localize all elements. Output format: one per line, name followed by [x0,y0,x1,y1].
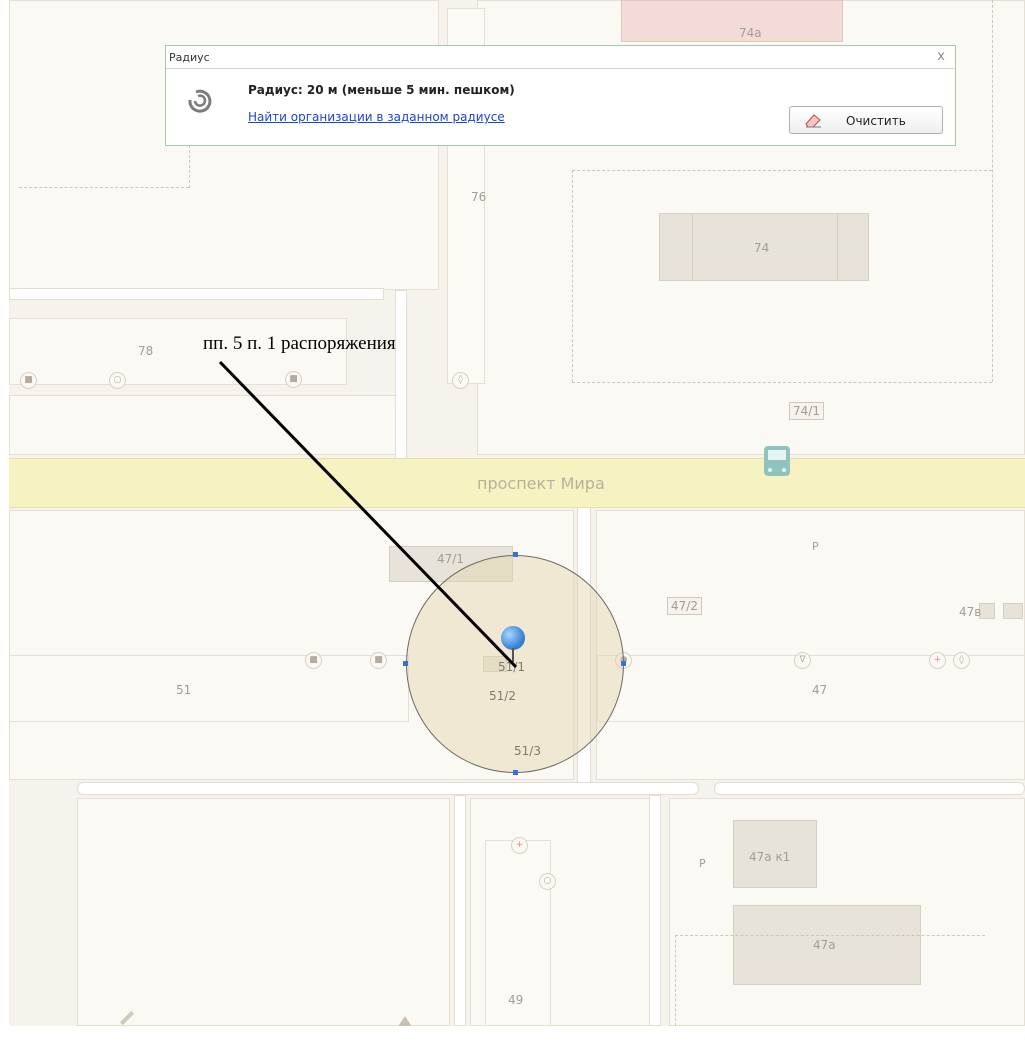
building-47v-a [979,603,995,619]
building-74-divider-1 [692,213,693,281]
cart-icon[interactable]: ∇ [794,652,811,669]
label-74: 74 [754,241,770,255]
label-parking-2: Р [699,857,706,870]
road-south-horizontal [77,782,699,795]
radius-panel: Радиус x Радиус: 20 м (меньше 5 мин. пеш… [165,45,956,146]
boundary-dash [572,170,573,382]
label-47a: 47а [813,938,836,952]
label-47a-k1: 47а к1 [749,850,791,864]
radius-circle[interactable] [406,555,624,773]
panel-header: Радиус x [166,46,955,69]
radius-value: Радиус: 20 м (меньше 5 мин. пешком) [248,83,515,97]
radius-handle-right[interactable] [621,661,626,666]
road-south-vertical-2 [649,795,661,1026]
boundary-dash [675,935,985,936]
label-47: 47 [812,683,828,697]
road-north-horizontal [9,288,384,300]
map-canvas[interactable]: проспект Мира 74а 76 74 74/1 78 47/1 47/… [9,0,1025,1026]
bus-stop-icon[interactable] [764,446,790,476]
road-north-vertical [395,290,407,460]
label-76: 76 [471,190,487,204]
service-icon[interactable]: ○ [539,873,556,890]
block-south-right [596,510,1025,780]
boundary-dash [19,187,189,188]
label-parking: Р [812,540,819,553]
boundary-dash [189,140,190,188]
label-51: 51 [176,683,192,697]
find-organizations-link[interactable]: Найти организации в заданном радиусе [248,110,505,124]
label-74a: 74а [739,26,762,40]
shop-icon[interactable]: ■ [370,652,387,669]
boundary-dash [992,0,993,382]
annotation-text: пп. 5 п. 1 распоряжения [203,333,396,354]
label-47-1: 47/1 [437,552,464,566]
radius-handle-left[interactable] [403,661,408,666]
monument-icon [397,1016,413,1026]
shop-icon[interactable]: ■ [285,371,302,388]
location-marker-icon[interactable] [501,626,525,662]
clear-button-label: Очистить [846,114,906,128]
building-74a [621,0,843,42]
label-47v: 47в [959,605,982,619]
label-74-1: 74/1 [789,402,824,420]
road-south-vertical-1 [454,795,466,1026]
strip-51 [9,655,409,722]
radius-handle-top[interactable] [513,552,518,557]
shop-icon[interactable]: ■ [20,372,37,389]
label-47-2: 47/2 [667,597,702,615]
radius-icon [188,89,212,113]
clothing-icon[interactable]: ◊ [953,652,970,669]
clothing-icon[interactable]: ◊ [452,372,469,389]
pharmacy-icon[interactable]: + [929,652,946,669]
panel-title: Радиус [169,51,210,64]
service-icon[interactable]: ○ [109,372,126,389]
radius-handle-bottom[interactable] [513,770,518,775]
eraser-icon [805,114,821,128]
boundary-dash [675,935,676,1026]
street-label: проспект Мира [477,474,605,493]
road-south-horizontal-2 [714,782,1025,795]
shop-icon[interactable]: ■ [305,652,322,669]
clear-button[interactable]: Очистить [789,106,943,134]
block-left-mid [9,395,397,455]
pharmacy-icon[interactable]: + [511,837,528,854]
close-icon[interactable]: x [937,49,945,64]
building-74-divider-2 [837,213,838,281]
block-bottom-left [77,798,450,1026]
boundary-dash [572,382,992,383]
boundary-dash [572,170,992,171]
building-47v-b [1003,603,1023,619]
label-49: 49 [508,993,524,1007]
label-78: 78 [138,344,154,358]
